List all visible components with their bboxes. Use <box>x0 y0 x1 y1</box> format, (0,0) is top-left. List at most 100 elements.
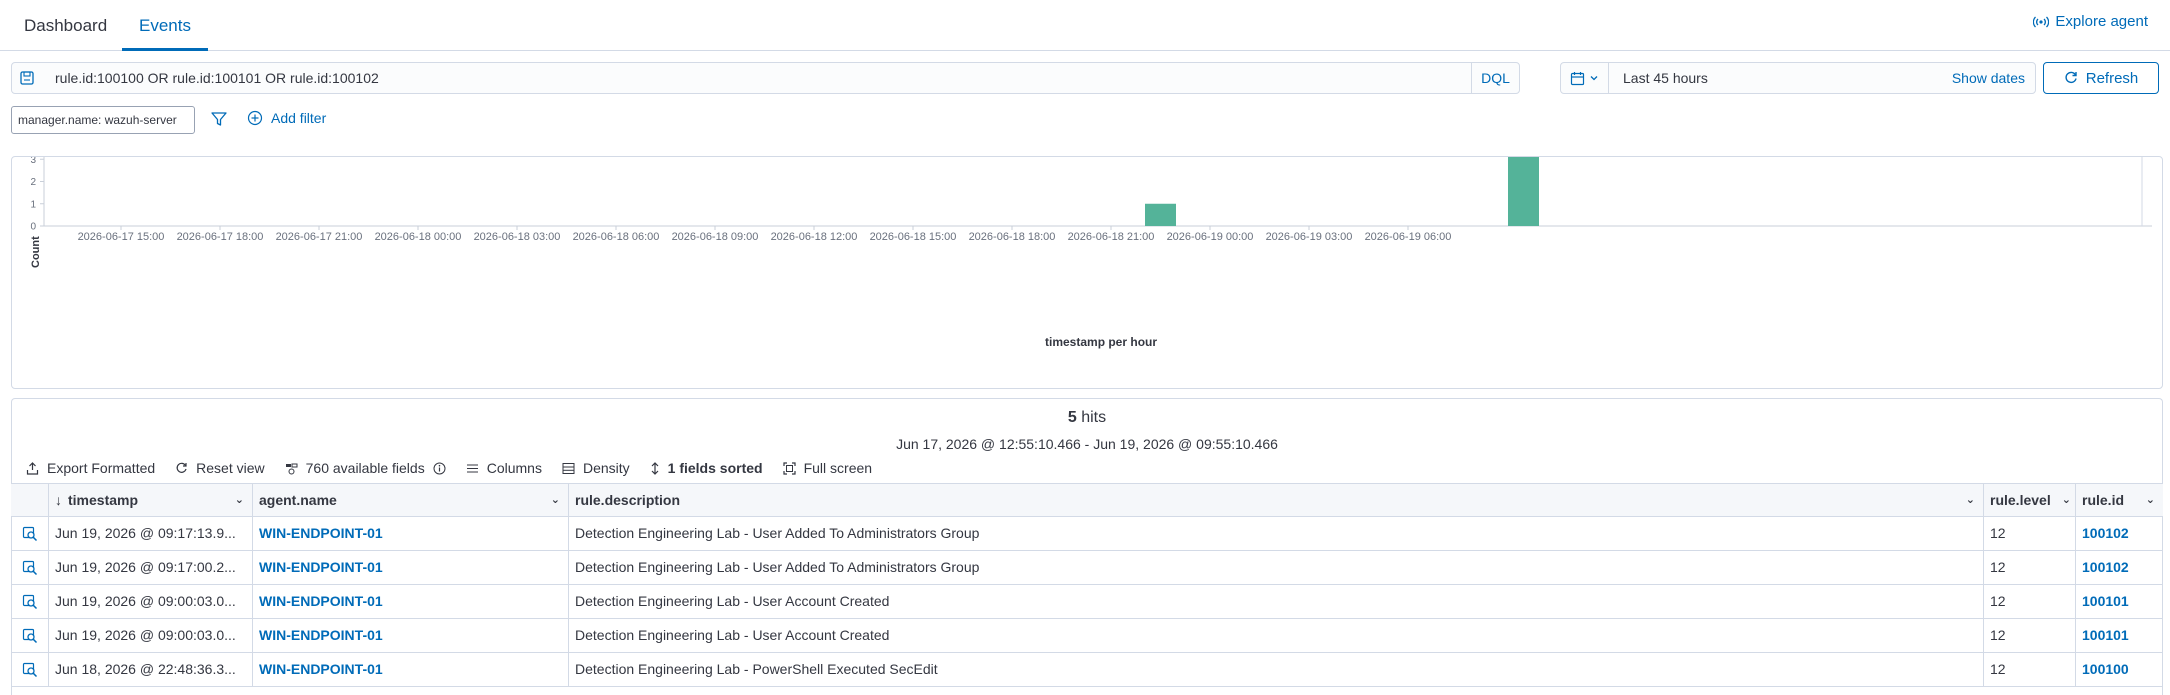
explore-agent-label: Explore agent <box>2055 13 2148 30</box>
histogram-panel: 012342026-06-17 15:002026-06-17 18:00202… <box>11 156 2163 389</box>
hits-time-range: Jun 17, 2026 @ 12:55:10.466 - Jun 19, 20… <box>896 436 1278 452</box>
chevron-down-icon <box>1590 76 1598 81</box>
inspect-document-button[interactable] <box>11 653 49 686</box>
plus-circle-icon <box>247 110 263 126</box>
grid-header-row: ↓ timestamp ⌄ agent.name ⌄ rule.description… <box>11 483 2163 517</box>
cell-agent-name-link[interactable]: WIN-ENDPOINT-01 <box>253 653 569 686</box>
x-tick-label: 2026-06-17 18:00 <box>177 231 264 243</box>
chevron-down-icon[interactable]: ⌄ <box>551 484 560 517</box>
query-input[interactable]: rule.id:100100 OR rule.id:100101 OR rule… <box>55 70 379 86</box>
table-density-icon <box>562 462 575 474</box>
saved-query-icon[interactable] <box>19 70 35 86</box>
chevron-down-icon[interactable]: ⌄ <box>1966 484 1975 517</box>
sort-icon <box>651 461 659 475</box>
cell-agent-name-link[interactable]: WIN-ENDPOINT-01 <box>253 585 569 618</box>
query-language-button[interactable]: DQL <box>1471 63 1519 93</box>
refresh-button[interactable]: Refresh <box>2043 62 2159 94</box>
available-fields-button[interactable]: 760 available fields <box>285 460 446 476</box>
cell-timestamp: Jun 19, 2026 @ 09:17:00.2... <box>49 551 253 584</box>
cell-rule-level: 12 <box>1984 619 2076 652</box>
cell-timestamp: Jun 18, 2026 @ 22:48:36.3... <box>49 653 253 686</box>
column-header-rule-id[interactable]: rule.id ⌄ <box>2076 484 2163 517</box>
cell-rule-level: 12 <box>1984 653 2076 686</box>
x-tick-label: 2026-06-18 03:00 <box>474 231 561 243</box>
hits-number: 5 <box>1067 409 1077 426</box>
full-screen-label: Full screen <box>803 460 873 476</box>
cell-timestamp: Jun 19, 2026 @ 09:00:03.0... <box>49 585 253 618</box>
density-label: Density <box>582 460 630 476</box>
histogram-bar <box>1145 203 1176 226</box>
grid-body: Jun 19, 2026 @ 09:17:13.9... WIN-ENDPOINT… <box>11 517 2163 687</box>
x-tick-label: 2026-06-18 21:00 <box>1068 231 1155 243</box>
filter-pill[interactable]: manager.name: wazuh-server <box>11 106 195 134</box>
query-bar[interactable]: rule.id:100100 OR rule.id:100101 OR rule… <box>11 62 1520 94</box>
inspect-document-button[interactable] <box>11 619 49 652</box>
inspect-document-button[interactable] <box>11 517 49 550</box>
column-header-agent-name[interactable]: agent.name ⌄ <box>253 484 569 517</box>
column-header-rule-description[interactable]: rule.description ⌄ <box>569 484 1984 517</box>
histogram-chart: 012342026-06-17 15:002026-06-17 18:00202… <box>30 157 2152 243</box>
x-tick-label: 2026-06-19 00:00 <box>1167 231 1254 243</box>
inspect-document-button[interactable] <box>11 551 49 584</box>
reset-view-button[interactable]: Reset view <box>175 460 265 476</box>
full-screen-icon <box>782 461 796 475</box>
y-tick-label: 0 <box>30 222 36 233</box>
tab-dashboard[interactable]: Dashboard <box>24 0 107 51</box>
cell-rule-id-link[interactable]: 100100 <box>2076 653 2163 686</box>
cell-rule-id-link[interactable]: 100102 <box>2076 551 2163 584</box>
chevron-down-icon[interactable]: ⌄ <box>2062 484 2071 517</box>
columns-button[interactable]: Columns <box>466 460 542 476</box>
cell-rule-id-link[interactable]: 100101 <box>2076 585 2163 618</box>
cell-agent-name-link[interactable]: WIN-ENDPOINT-01 <box>253 619 569 652</box>
tab-events[interactable]: Events <box>122 0 208 51</box>
inspect-icon <box>22 594 38 610</box>
export-formatted-button[interactable]: Export Formatted <box>26 460 155 476</box>
y-tick-label: 2 <box>30 177 36 188</box>
inspect-icon <box>22 662 38 678</box>
explore-agent-button[interactable]: Explore agent <box>2033 13 2148 30</box>
add-filter-label: Add filter <box>271 110 327 126</box>
refresh-label: Refresh <box>2085 69 2139 87</box>
x-tick-label: 2026-06-19 06:00 <box>1365 231 1452 243</box>
table-row: Jun 19, 2026 @ 09:00:03.0... WIN-ENDPOINT… <box>11 585 2163 619</box>
table-row: Jun 19, 2026 @ 09:00:03.0... WIN-ENDPOINT… <box>11 619 2163 653</box>
broadcast-icon <box>2033 16 2050 27</box>
full-screen-button[interactable]: Full screen <box>782 460 873 476</box>
chart-x-axis-title: timestamp per hour <box>1045 335 1158 349</box>
export-icon <box>26 461 39 475</box>
inspect-document-button[interactable] <box>11 585 49 618</box>
available-fields-label: 760 available fields <box>305 460 425 476</box>
chevron-down-icon[interactable]: ⌄ <box>235 484 244 517</box>
chevron-down-icon[interactable]: ⌄ <box>2146 484 2155 517</box>
sort-descending-icon: ↓ <box>55 492 62 508</box>
fields-icon <box>285 463 298 474</box>
cell-rule-level: 12 <box>1984 517 2076 550</box>
add-filter-button[interactable]: Add filter <box>247 110 326 126</box>
table-row: Jun 19, 2026 @ 09:17:13.9... WIN-ENDPOINT… <box>11 517 2163 551</box>
column-header-rule-level[interactable]: rule.level ⌄ <box>1984 484 2076 517</box>
chart-y-axis-title: Count <box>30 236 42 268</box>
calendar-icon <box>1570 71 1585 85</box>
sort-fields-button[interactable]: 1 fields sorted <box>650 460 763 476</box>
cell-agent-name-link[interactable]: WIN-ENDPOINT-01 <box>253 517 569 550</box>
y-tick-label: 3 <box>30 157 36 166</box>
show-dates-button[interactable]: Show dates <box>1952 70 2025 86</box>
cell-rule-description: Detection Engineering Lab - User Account… <box>569 585 1984 618</box>
cell-rule-id-link[interactable]: 100102 <box>2076 517 2163 550</box>
y-tick-label: 1 <box>30 199 36 210</box>
cell-rule-id-link[interactable]: 100101 <box>2076 619 2163 652</box>
reset-label: Reset view <box>196 460 265 476</box>
grid-toolbar: Export Formatted Reset view 760 availabl… <box>26 458 872 478</box>
hits-word: hits <box>1081 409 1107 426</box>
cell-rule-description: Detection Engineering Lab - User Account… <box>569 619 1984 652</box>
cell-agent-name-link[interactable]: WIN-ENDPOINT-01 <box>253 551 569 584</box>
histogram-bar <box>1508 157 1539 226</box>
time-range-label[interactable]: Last 45 hours <box>1623 70 1708 86</box>
density-button[interactable]: Density <box>562 460 630 476</box>
column-label: rule.description <box>575 492 681 508</box>
column-header-timestamp[interactable]: ↓ timestamp ⌄ <box>49 484 253 517</box>
events-data-grid: ↓ timestamp ⌄ agent.name ⌄ rule.description… <box>11 483 2163 687</box>
quick-menu-button[interactable] <box>1561 63 1609 93</box>
x-tick-label: 2026-06-18 06:00 <box>573 231 660 243</box>
filter-options-icon[interactable] <box>210 110 228 128</box>
